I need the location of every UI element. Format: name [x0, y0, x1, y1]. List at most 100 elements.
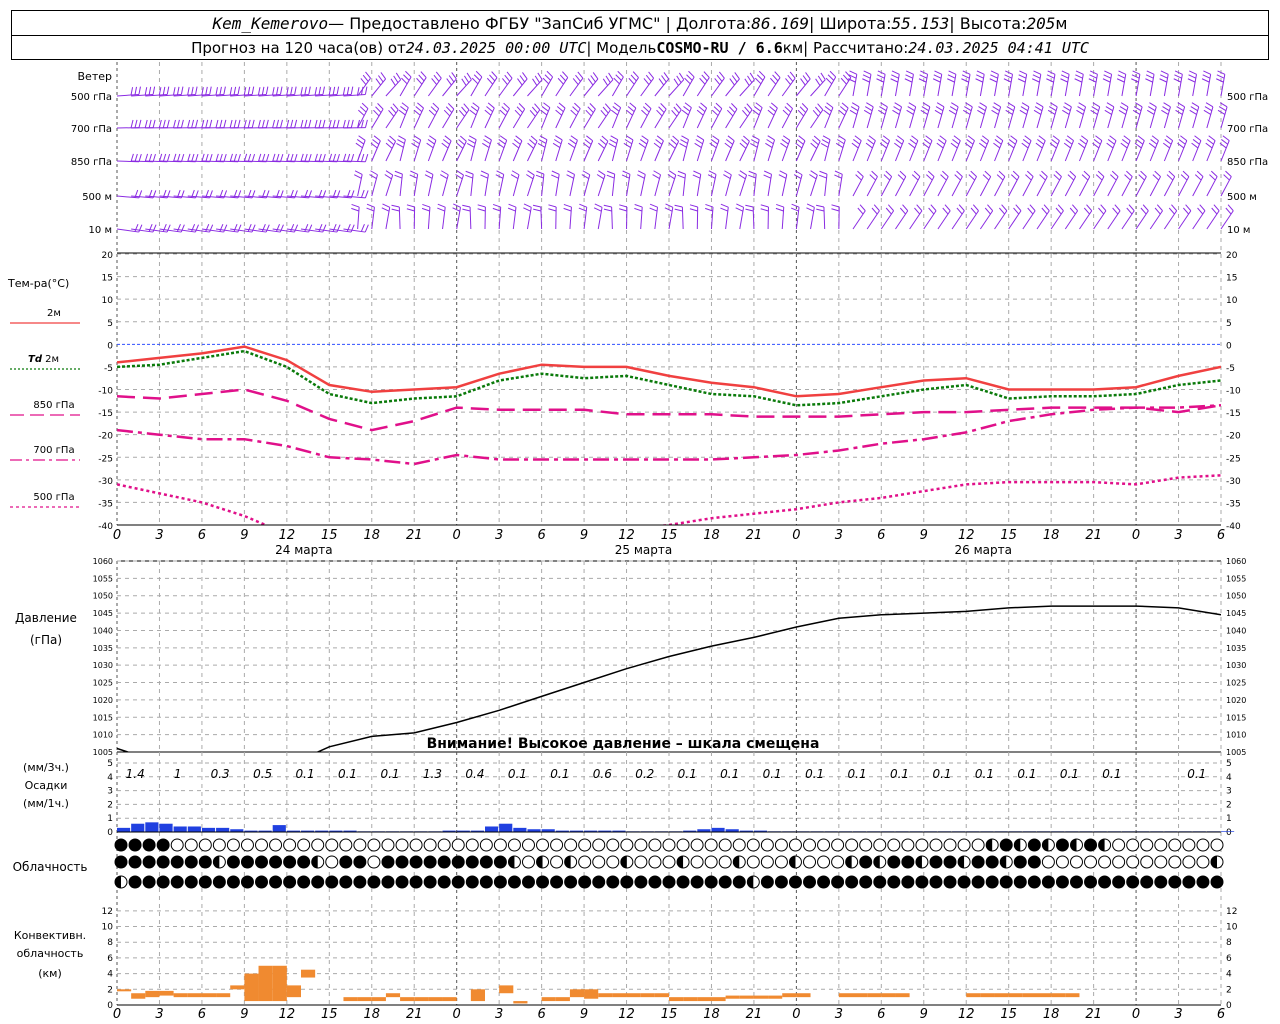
- wind-barb-shaft: [1149, 210, 1163, 230]
- precip-bar: [173, 826, 187, 832]
- wind-barb: [638, 135, 649, 162]
- cloud-symbol-overcast: [957, 875, 971, 889]
- wind-barb-shaft: [739, 174, 748, 197]
- wind-barb-feather: [869, 174, 876, 181]
- wind-barb-feather: [1041, 170, 1048, 177]
- wind-barb: [696, 102, 708, 129]
- conv-cloud-bar: [216, 993, 231, 998]
- wind-barb-feather: [994, 139, 1002, 145]
- wind-barb-feather: [815, 78, 821, 86]
- wind-barb-feather: [921, 106, 929, 112]
- wind-barb-feather: [629, 102, 637, 109]
- wind-barb-shaft: [725, 78, 740, 97]
- wind-barb-feather: [1121, 139, 1129, 145]
- wind-barb: [760, 204, 769, 230]
- wind-barb: [569, 102, 581, 129]
- wind-barb: [606, 170, 616, 197]
- wind-barb: [244, 119, 269, 129]
- wind-barb-feather: [729, 78, 735, 86]
- wind-barb-feather: [502, 78, 508, 85]
- wind-barb: [735, 203, 745, 230]
- wind-barb-feather: [976, 74, 984, 79]
- wind-barb-feather: [443, 109, 451, 117]
- wind-barb-feather: [676, 75, 682, 83]
- wind-barb-feather: [735, 207, 744, 212]
- wind-barb-feather: [446, 78, 452, 86]
- wind-barb-feather: [812, 139, 819, 146]
- wind-barb: [1076, 102, 1087, 129]
- wind-barb-feather: [162, 153, 167, 162]
- time-tick-label-bottom: 9: [580, 1007, 588, 1022]
- cloud-symbol-overcast: [114, 838, 128, 852]
- conv-cloud-bar: [187, 993, 202, 998]
- cloud-symbol-overcast: [788, 875, 802, 889]
- wind-barb: [512, 72, 528, 97]
- wind-barb-feather: [842, 74, 850, 82]
- wind-barb: [1135, 204, 1149, 230]
- wind-barb: [908, 135, 919, 162]
- wind-barb-feather: [992, 106, 1000, 112]
- wind-barb: [979, 170, 992, 197]
- precip-ytick-right: 0: [1226, 828, 1232, 838]
- temp-title: Тем-ра(°C): [7, 277, 69, 290]
- wind-barb-shaft: [442, 108, 455, 129]
- wind-barb-shaft: [895, 210, 909, 230]
- pressure-ytick-left: 1045: [93, 609, 113, 618]
- wind-barb: [975, 70, 985, 97]
- wind-barb-feather: [336, 119, 340, 128]
- wind-barb-feather: [818, 174, 827, 179]
- wind-barb: [934, 102, 945, 129]
- wind-barb-feather: [342, 119, 346, 128]
- wind-barb-feather: [1012, 170, 1020, 177]
- time-tick-label-bottom: 12: [958, 1007, 975, 1022]
- wind-barb-shaft: [555, 77, 569, 97]
- precip-3h-sum: 0.6: [593, 767, 612, 781]
- time-tick-label-bottom: 3: [835, 1007, 843, 1022]
- wind-barb-feather: [152, 119, 156, 128]
- wind-barb-feather: [570, 109, 577, 116]
- wind-barb: [880, 170, 893, 197]
- conv-ytick-right: 0: [1226, 1001, 1232, 1011]
- wind-barb-shaft: [1121, 210, 1135, 230]
- wind-barb-feather: [251, 224, 256, 233]
- wind-barb-feather: [699, 77, 706, 85]
- wind-barb: [610, 102, 622, 129]
- wind-barb-feather: [511, 170, 520, 176]
- wind-barb-feather: [430, 106, 438, 113]
- wind-barb: [1189, 102, 1200, 129]
- wind-barb-feather: [933, 74, 942, 79]
- wind-barb: [396, 135, 406, 162]
- wind-barb: [1116, 70, 1127, 97]
- wind-barb-feather: [1171, 204, 1178, 212]
- wind-barb: [441, 135, 452, 162]
- wind-barb: [878, 102, 888, 129]
- wind-barb: [677, 170, 686, 197]
- wind-barb-shaft: [1206, 176, 1218, 197]
- precip-ytick-right: 2: [1226, 800, 1232, 810]
- time-tick-label-bottom: 21: [406, 1007, 423, 1022]
- wind-barb-feather: [871, 170, 878, 177]
- wind-barb: [1192, 204, 1206, 230]
- wind-level-label-right: 700 гПа: [1227, 124, 1268, 135]
- wind-barb-feather: [747, 75, 753, 83]
- time-tick-label: 18: [703, 528, 720, 543]
- wind-barb: [922, 135, 933, 162]
- pressure-title: Давление: [15, 611, 77, 625]
- wind-barb-feather: [1034, 106, 1043, 112]
- wind-barb: [862, 70, 872, 97]
- wind-barb: [116, 119, 142, 129]
- cloud-symbol-overcast: [985, 855, 999, 869]
- wind-barb: [863, 102, 874, 129]
- wind-barb-feather: [634, 207, 643, 212]
- wind-barb-feather: [982, 174, 990, 181]
- pressure-unit: (гПа): [30, 633, 62, 647]
- wind-barb-feather: [1032, 74, 1041, 79]
- time-tick-label-bottom: 15: [661, 1007, 678, 1022]
- wind-barb-feather: [492, 203, 501, 208]
- time-tick-label-bottom: 6: [1217, 1007, 1225, 1022]
- cloud-symbol-overcast: [901, 855, 915, 869]
- cloud-symbol-clear: [1196, 855, 1210, 869]
- wind-barb: [593, 203, 603, 230]
- cloud-symbol-clear: [957, 838, 971, 852]
- wind-barb: [440, 170, 449, 197]
